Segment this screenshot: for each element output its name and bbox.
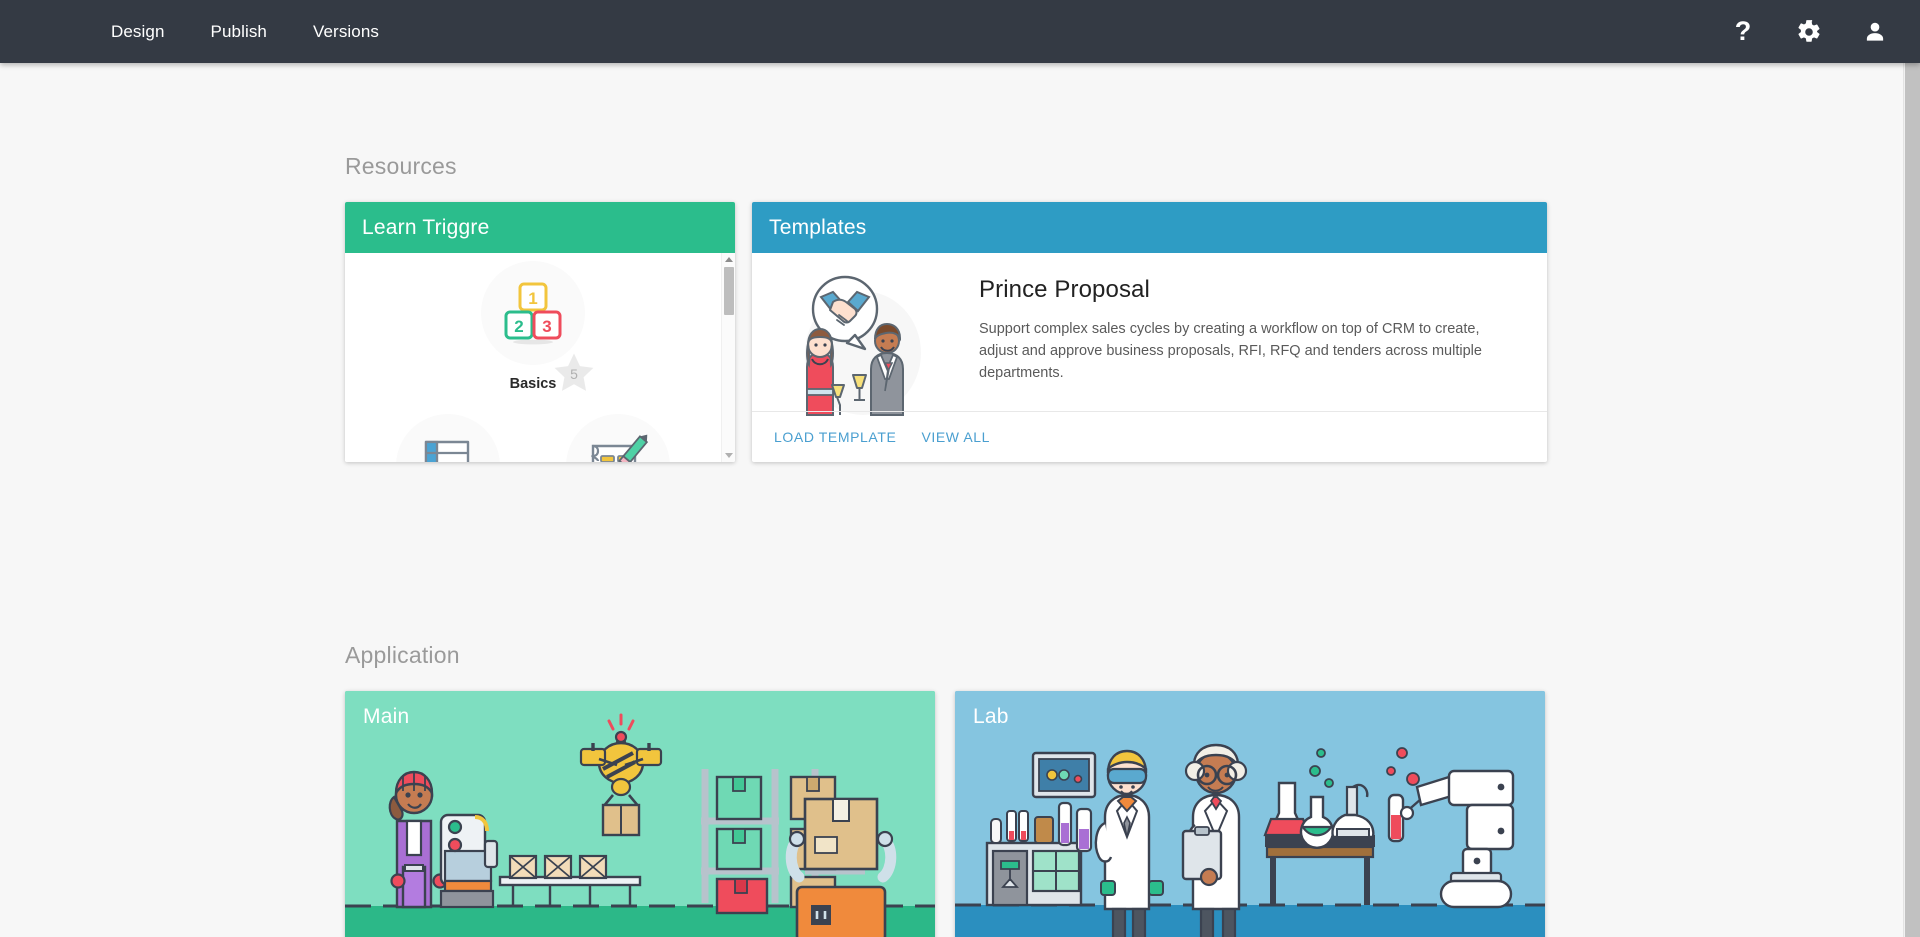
application-card-main[interactable]: Main [345,691,935,937]
spreadsheet-icon [396,414,500,462]
learn-tile-label: Basics [509,376,557,392]
learn-tile-flows[interactable]: 6 Flows [558,414,678,462]
application-card-title: Main [363,705,410,728]
load-template-button[interactable]: LOAD TEMPLATE [774,429,896,445]
nav-item-versions[interactable]: Versions [301,0,391,63]
page-scroll-area: Resources Learn Triggre 1 2 3 5 Basics T… [0,63,1920,937]
section-heading-resources: Resources [345,153,457,179]
templates-card-actions: LOAD TEMPLATE VIEW ALL [752,411,1547,462]
laboratory-scientists-illustration [955,691,1545,937]
learn-tile-data[interactable]: 6 Data [388,414,508,462]
learn-tile-star-count: 5 [570,366,578,382]
account-icon[interactable] [1860,17,1890,47]
templates-text-block: Prince Proposal Support complex sales cy… [939,267,1499,410]
templates-card-header: Templates [752,202,1547,253]
section-heading-application: Application [345,642,460,668]
svg-text:3: 3 [542,317,551,336]
learn-card-scrollbar[interactable] [721,253,735,462]
help-icon[interactable]: ? [1728,17,1758,47]
scrollbar-thumb[interactable] [724,267,734,315]
learn-triggre-title: Learn Triggre [362,215,490,239]
handshake-deal-icon [774,267,939,416]
scroll-down-arrow-icon[interactable] [725,453,733,458]
application-card-title: Lab [973,705,1009,728]
scroll-up-arrow-icon[interactable] [725,257,733,262]
learn-triggre-body: 1 2 3 5 Basics [345,253,735,462]
page-scrollbar-thumb[interactable] [1905,63,1920,937]
blueprint-pencil-icon [566,414,670,462]
template-description: Support complex sales cycles by creating… [979,321,1482,381]
learn-tile-basics[interactable]: 1 2 3 5 Basics [473,261,594,392]
warehouse-robotics-illustration [345,691,935,937]
nav-item-design[interactable]: Design [99,0,177,63]
learn-tile-star-badge: 5 [551,350,597,396]
view-all-button[interactable]: VIEW ALL [921,429,990,445]
templates-title: Templates [769,215,867,239]
application-card-lab[interactable]: Lab [955,691,1545,937]
top-navigation-bar: Design Publish Versions ? [0,0,1920,63]
templates-card: Templates Prince Proposal Support comple… [752,202,1547,462]
templates-card-body: Prince Proposal Support complex sales cy… [752,253,1547,416]
page-scrollbar[interactable] [1903,63,1920,937]
learn-triggre-tiles: 1 2 3 5 Basics [345,253,721,462]
nav-icon-group: ? [1728,0,1890,63]
gear-icon[interactable] [1794,17,1824,47]
help-glyph: ? [1734,16,1752,46]
svg-text:1: 1 [528,289,537,308]
nav-links: Design Publish Versions [99,0,391,63]
template-name: Prince Proposal [979,276,1150,303]
svg-text:2: 2 [514,317,523,336]
learn-tile-row-1: 1 2 3 5 Basics [345,261,721,392]
nav-item-publish[interactable]: Publish [199,0,279,63]
learn-triggre-card[interactable]: Learn Triggre 1 2 3 5 Basics [345,202,735,462]
learn-tile-row-2: 6 Data [345,414,721,462]
learn-triggre-card-header: Learn Triggre [345,202,735,253]
